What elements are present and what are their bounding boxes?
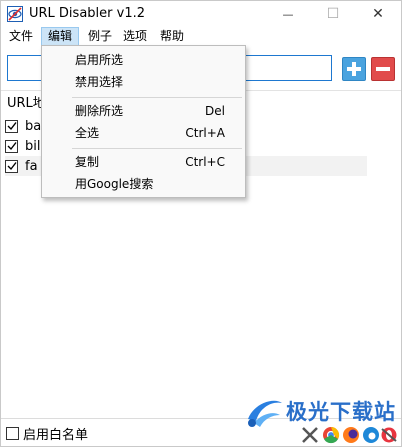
maximize-icon: ☐: [326, 6, 340, 22]
menu-item-label: 用Google搜索: [75, 177, 154, 191]
maximize-button[interactable]: ☐: [311, 1, 355, 27]
menu-item-select-all[interactable]: 全选 Ctrl+A: [42, 122, 245, 144]
app-eye-icon: [7, 6, 23, 22]
menu-bar: 文件 编辑 例子 选项 帮助: [1, 27, 401, 46]
checkmark-icon: [7, 122, 17, 131]
row-checkbox[interactable]: [5, 159, 18, 173]
menu-item-google-search[interactable]: 用Google搜索: [42, 173, 245, 195]
menu-item-label: 复制: [75, 155, 100, 169]
checkmark-icon: [7, 142, 17, 151]
menu-file[interactable]: 文件: [3, 27, 39, 46]
menu-options[interactable]: 选项: [117, 27, 153, 46]
menu-item-enable-selected[interactable]: 启用所选: [42, 49, 245, 71]
menu-help[interactable]: 帮助: [154, 27, 190, 46]
edge-icon: [363, 427, 379, 443]
row-url: ba: [25, 118, 42, 134]
minimize-icon: —: [282, 7, 294, 21]
menu-item-label: 启用所选: [75, 53, 124, 67]
minimize-button[interactable]: —: [266, 1, 310, 27]
whitelist-checkbox-box[interactable]: [6, 427, 19, 440]
menu-separator: [72, 97, 242, 98]
menu-item-label: 全选: [75, 126, 100, 140]
menu-item-shortcut: Ctrl+A: [185, 126, 225, 140]
chrome-icon: [323, 426, 340, 444]
row-checkbox[interactable]: [5, 139, 18, 153]
whitelist-label: 启用白名单: [23, 428, 89, 443]
list-column-header[interactable]: URL地: [7, 95, 46, 113]
close-button[interactable]: ✕: [356, 1, 400, 27]
enable-whitelist-checkbox[interactable]: 启用白名单: [6, 424, 88, 443]
menu-item-delete-selected[interactable]: 删除所选 Del: [42, 100, 245, 122]
title-bar: URL Disabler v1.2 — ☐ ✕: [1, 1, 401, 27]
menu-item-copy[interactable]: 复制 Ctrl+C: [42, 151, 245, 173]
row-url: bil: [25, 138, 41, 154]
menu-item-shortcut: Del: [205, 104, 225, 118]
browser-icons: [302, 426, 397, 444]
menu-item-disable-selected[interactable]: 禁用选择: [42, 71, 245, 93]
row-url: fa: [25, 158, 38, 174]
row-checkbox[interactable]: [5, 119, 18, 133]
close-icon: ✕: [372, 6, 384, 22]
edit-menu-dropdown: 启用所选 禁用选择 删除所选 Del 全选 Ctrl+A 复制 Ctrl+C 用…: [41, 45, 246, 198]
checkmark-icon: [7, 162, 17, 171]
menu-examples[interactable]: 例子: [82, 27, 118, 46]
firefox-icon: [343, 427, 359, 443]
remove-url-button[interactable]: [371, 57, 395, 81]
watermark-logo-icon: [248, 400, 282, 427]
menu-item-shortcut: Ctrl+C: [185, 155, 225, 169]
add-url-button[interactable]: [342, 57, 366, 81]
disabled-browser-icon-1: [302, 427, 318, 443]
menu-edit[interactable]: 编辑: [41, 27, 80, 46]
watermark-text: 极光下载站: [286, 400, 396, 424]
app-window: URL Disabler v1.2 — ☐ ✕ 文件 编辑 例子 选项 帮助 U…: [0, 0, 402, 447]
menu-separator: [72, 148, 242, 149]
opera-icon: [381, 427, 397, 443]
menu-item-label: 禁用选择: [75, 75, 124, 89]
menu-item-label: 删除所选: [75, 104, 124, 118]
plus-icon: [347, 62, 361, 76]
window-title: URL Disabler v1.2: [29, 6, 145, 21]
minus-icon: [376, 67, 390, 71]
